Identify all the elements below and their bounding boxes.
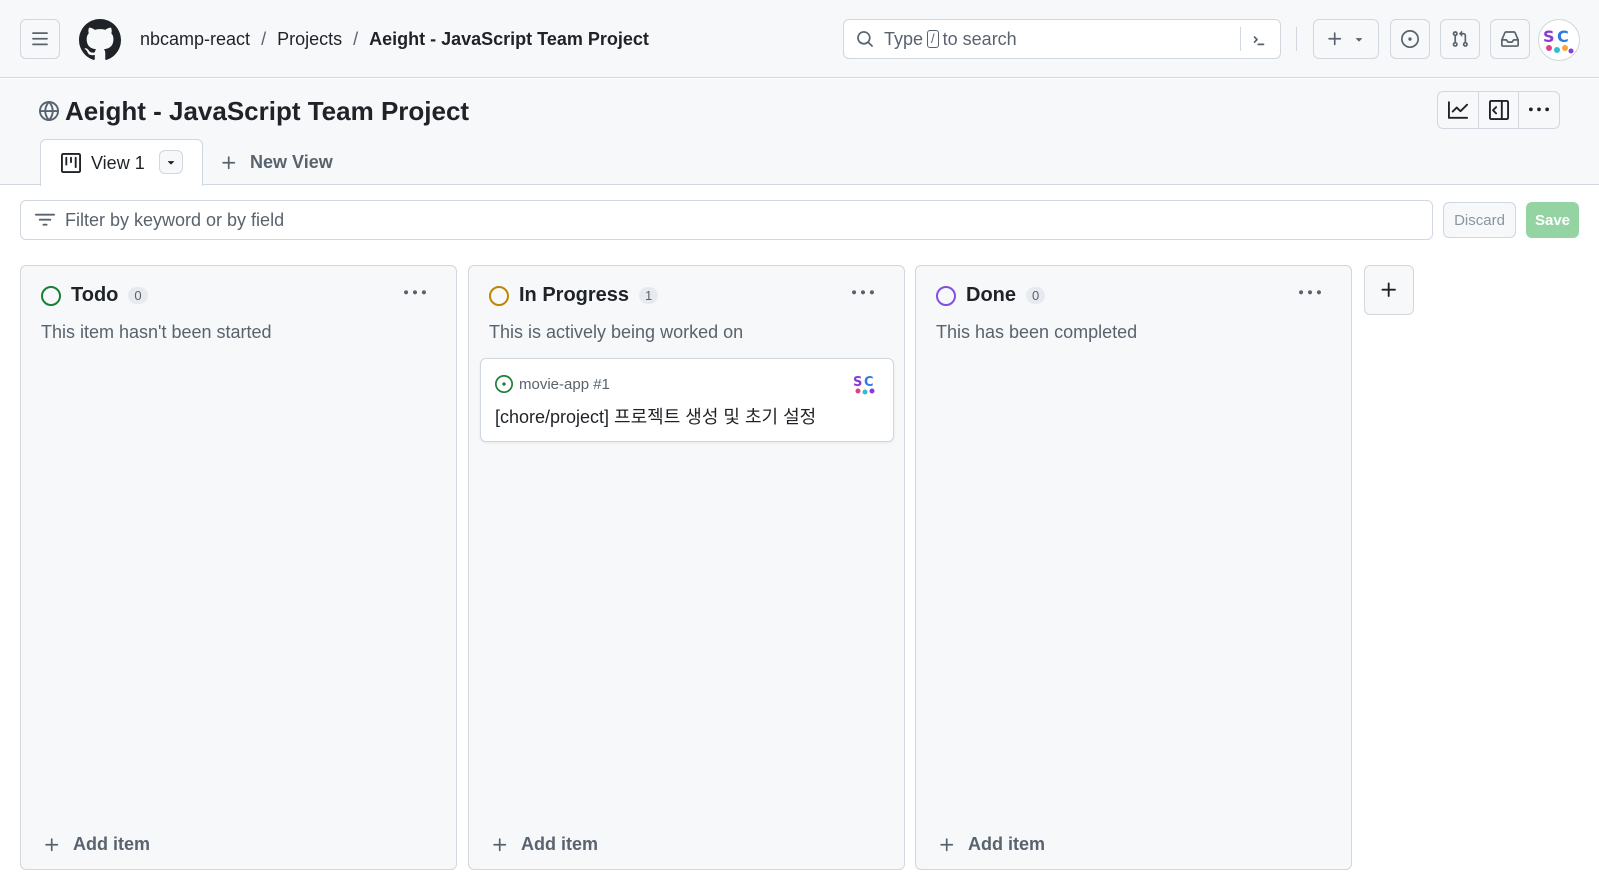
kebab-horizontal-icon — [1529, 107, 1550, 112]
filter-input[interactable]: Filter by keyword or by field — [20, 200, 1433, 240]
global-header: nbcamp-react / Projects / Aeight - JavaS… — [0, 0, 1599, 78]
breadcrumb-projects-link[interactable]: Projects — [277, 29, 342, 50]
search-shortcut-key: / — [927, 30, 939, 48]
add-item-label: Add item — [968, 834, 1046, 854]
view-options-dropdown[interactable] — [159, 150, 183, 174]
tab-view-1[interactable]: View 1 — [40, 139, 203, 186]
column-header[interactable]: Done 0 — [936, 284, 1046, 307]
discard-button[interactable]: Discard — [1443, 202, 1516, 238]
column-title: In Progress — [519, 284, 630, 306]
svg-text:C: C — [864, 375, 874, 390]
column-description: This item hasn't been started — [41, 322, 272, 342]
project-board-icon — [61, 153, 81, 173]
add-item-label: Add item — [521, 834, 599, 854]
hamburger-menu-icon — [32, 32, 48, 46]
create-new-button[interactable] — [1313, 19, 1379, 59]
column-header[interactable]: In Progress 1 — [489, 284, 659, 307]
column-description: This is actively being worked on — [489, 322, 744, 342]
inbox-icon — [1501, 31, 1519, 47]
card-repo-reference: movie-app #1 — [495, 375, 610, 393]
add-item-label: Add item — [73, 834, 151, 854]
triangle-down-icon — [167, 161, 175, 165]
user-avatar-image: S C — [1543, 27, 1574, 54]
project-title: Aeight - JavaScript Team Project — [65, 96, 470, 126]
column-count: 1 — [639, 287, 659, 304]
status-circle-icon — [489, 285, 509, 306]
search-placeholder-prefix: Type — [884, 28, 924, 49]
tab-view-1-label: View 1 — [91, 152, 145, 173]
add-column-button[interactable] — [1364, 265, 1414, 315]
svg-text:S: S — [853, 375, 862, 390]
header-divider — [1296, 27, 1297, 51]
board-column-todo: Todo 0 This item hasn't been started Add… — [20, 265, 457, 870]
add-item-button[interactable]: Add item — [938, 834, 1045, 855]
card-title[interactable]: [chore/project] 프로젝트 생성 및 초기 설정 — [495, 403, 816, 429]
search-placeholder-suffix: to search — [942, 28, 1017, 49]
column-count: 0 — [1026, 287, 1046, 304]
add-item-button[interactable]: Add item — [43, 834, 150, 855]
more-options-button[interactable] — [1519, 92, 1559, 128]
breadcrumb-current-project[interactable]: Aeight - JavaScript Team Project — [369, 29, 649, 50]
new-view-button[interactable]: New View — [220, 152, 333, 173]
plus-icon — [940, 837, 954, 851]
assignee-avatar[interactable]: S C — [853, 373, 879, 395]
plus-icon — [493, 837, 507, 851]
your-pull-requests-button[interactable] — [1440, 19, 1480, 59]
notifications-inbox-button[interactable] — [1490, 19, 1530, 59]
search-icon — [856, 30, 874, 48]
new-view-label: New View — [250, 152, 333, 172]
project-toolbar — [1437, 91, 1560, 129]
breadcrumb: nbcamp-react / Projects / Aeight - JavaS… — [140, 29, 649, 50]
global-search-input[interactable]: Type / to search — [843, 19, 1281, 59]
hamburger-menu-button[interactable] — [20, 19, 60, 59]
issue-opened-icon — [1401, 30, 1419, 48]
insights-button[interactable] — [1438, 92, 1479, 128]
status-circle-icon — [936, 285, 956, 306]
globe-icon — [39, 101, 59, 121]
user-avatar[interactable]: S C — [1538, 19, 1580, 61]
column-description: This has been completed — [936, 322, 1138, 342]
column-menu-icon[interactable] — [852, 282, 874, 307]
plus-icon — [45, 837, 59, 851]
column-count: 0 — [128, 287, 148, 304]
command-palette-icon[interactable] — [1240, 27, 1280, 51]
board-column-in-progress: In Progress 1 This is actively being wor… — [468, 265, 905, 870]
plus-icon — [1381, 282, 1396, 297]
breadcrumb-separator: / — [353, 29, 359, 49]
your-issues-button[interactable] — [1390, 19, 1430, 59]
side-panel-button[interactable] — [1479, 92, 1520, 128]
issue-opened-icon — [495, 375, 513, 393]
plus-icon — [1328, 32, 1342, 46]
filter-icon — [35, 210, 55, 230]
plus-icon — [222, 155, 236, 169]
sidebar-expand-icon — [1488, 100, 1509, 120]
breadcrumb-org-link[interactable]: nbcamp-react — [140, 29, 250, 50]
column-menu-icon[interactable] — [404, 282, 426, 307]
triangle-down-icon — [1355, 38, 1363, 42]
save-button[interactable]: Save — [1526, 202, 1579, 238]
board-column-done: Done 0 This has been completed Add item — [915, 265, 1352, 870]
graph-icon — [1447, 101, 1468, 119]
status-circle-icon — [41, 285, 61, 306]
issue-card[interactable]: movie-app #1 S C [chore/project] 프로젝트 생성… — [480, 358, 894, 442]
breadcrumb-separator: / — [261, 29, 267, 49]
column-menu-icon[interactable] — [1299, 282, 1321, 307]
column-header[interactable]: Todo 0 — [41, 284, 148, 307]
svg-text:C: C — [1557, 27, 1569, 46]
git-pull-request-icon — [1452, 30, 1468, 47]
filter-placeholder: Filter by keyword or by field — [65, 209, 285, 230]
column-title: Done — [966, 284, 1016, 306]
github-logo-icon[interactable] — [79, 19, 121, 61]
column-title: Todo — [71, 284, 119, 306]
svg-text:S: S — [1543, 27, 1555, 46]
card-repo-label: movie-app #1 — [519, 375, 610, 393]
add-item-button[interactable]: Add item — [491, 834, 598, 855]
